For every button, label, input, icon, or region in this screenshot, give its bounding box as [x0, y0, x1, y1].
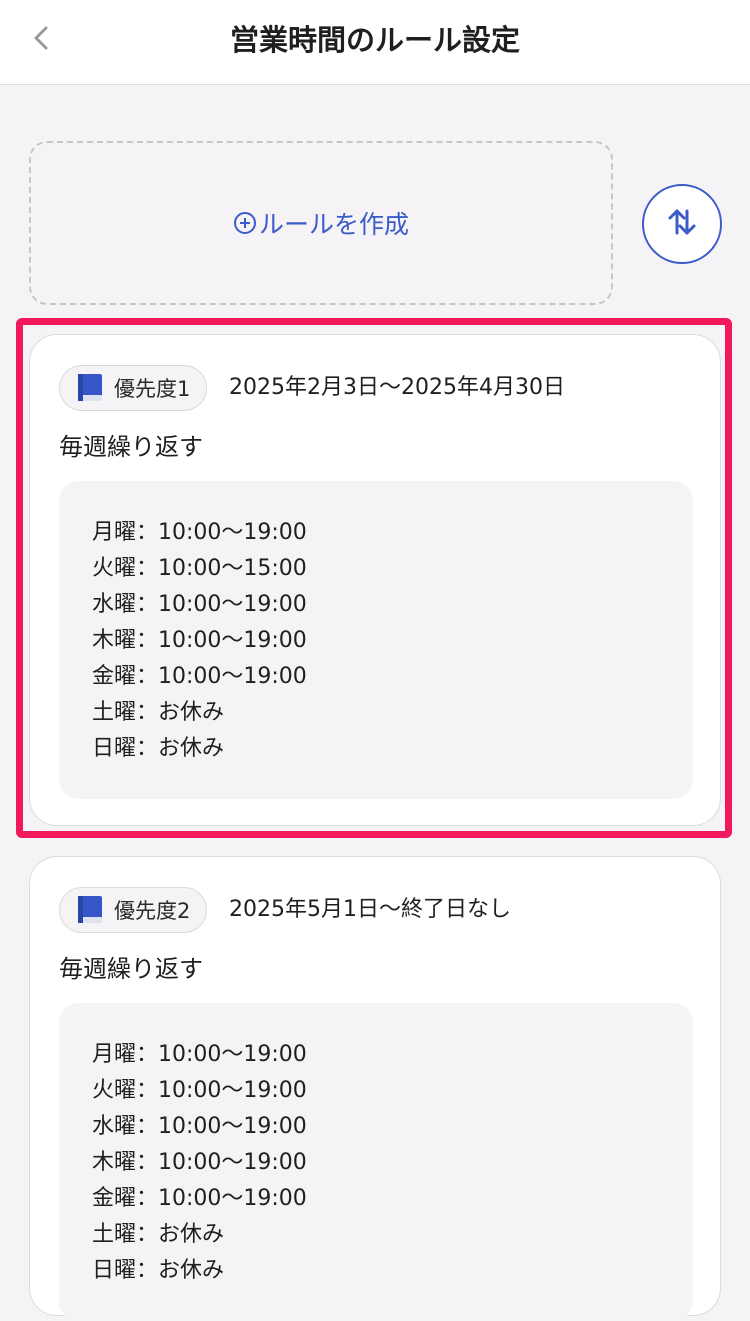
rule-card[interactable]: 優先度2 2025年5月1日〜終了日なし 毎週繰り返す 月曜：10:00〜19:…: [29, 856, 721, 1321]
date-range: 2025年5月1日〜終了日なし: [229, 897, 511, 922]
schedule-row-sunday: 日曜：お休み: [92, 736, 225, 761]
create-rule-button[interactable]: ルールを作成: [29, 141, 613, 305]
schedule-row-monday: 月曜：10:00〜19:00: [92, 520, 307, 545]
schedule-row-wednesday: 水曜：10:00〜19:00: [92, 1114, 307, 1139]
sort-button[interactable]: [642, 184, 722, 264]
repeat-label: 毎週繰り返す: [59, 433, 203, 461]
schedule-row-tuesday: 火曜：10:00〜19:00: [92, 1078, 307, 1103]
schedule-row-saturday: 土曜：お休み: [92, 700, 225, 725]
page-title: 営業時間のルール設定: [229, 23, 520, 57]
schedule-row-friday: 金曜：10:00〜19:00: [92, 1186, 307, 1211]
app-header: 営業時間のルール設定: [0, 0, 750, 85]
priority-badge: 優先度1: [59, 365, 208, 411]
schedule-row-friday: 金曜：10:00〜19:00: [92, 664, 307, 689]
book-icon: [76, 895, 104, 925]
repeat-label: 毎週繰り返す: [59, 955, 203, 983]
schedule-box: 月曜：10:00〜19:00 火曜：10:00〜15:00 水曜：10:00〜1…: [59, 481, 693, 799]
rule-card[interactable]: 優先度1 2025年2月3日〜2025年4月30日 毎週繰り返す 月曜：10:0…: [29, 334, 721, 826]
schedule-row-saturday: 土曜：お休み: [92, 1222, 225, 1247]
schedule-row-wednesday: 水曜：10:00〜19:00: [92, 592, 307, 617]
schedule-row-thursday: 木曜：10:00〜19:00: [92, 628, 307, 653]
create-rule-label: ルールを作成: [258, 210, 409, 239]
sort-arrows-icon: [666, 206, 698, 242]
schedule-row-sunday: 日曜：お休み: [92, 1258, 225, 1283]
priority-badge: 優先度2: [59, 887, 208, 933]
priority-label: 優先度1: [114, 377, 191, 401]
schedule-box: 月曜：10:00〜19:00 火曜：10:00〜19:00 水曜：10:00〜1…: [59, 1003, 693, 1321]
schedule-row-monday: 月曜：10:00〜19:00: [92, 1042, 307, 1067]
priority-label: 優先度2: [114, 899, 191, 923]
date-range: 2025年2月3日〜2025年4月30日: [229, 375, 565, 400]
book-icon: [76, 373, 104, 403]
plus-circle-icon: [233, 211, 257, 235]
schedule-row-tuesday: 火曜：10:00〜15:00: [92, 556, 307, 581]
schedule-row-thursday: 木曜：10:00〜19:00: [92, 1150, 307, 1175]
